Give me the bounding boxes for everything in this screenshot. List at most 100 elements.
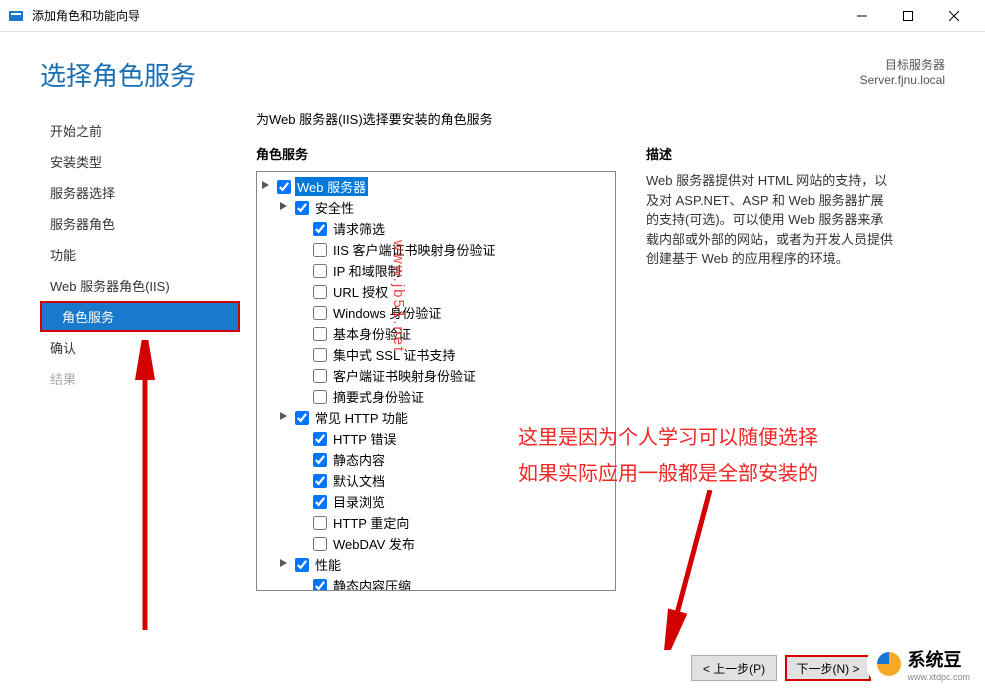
tree-node[interactable]: 客户端证书映射身份验证 [259, 365, 613, 386]
tree-checkbox[interactable] [295, 558, 309, 572]
tree-checkbox[interactable] [313, 243, 327, 257]
header: 选择角色服务 目标服务器 Server.fjnu.local [0, 32, 985, 109]
tree-checkbox[interactable] [313, 537, 327, 551]
tree-checkbox[interactable] [313, 306, 327, 320]
tree-node-label[interactable]: URL 授权 [331, 282, 390, 301]
tree-node[interactable]: WebDAV 发布 [259, 533, 613, 554]
nav-sidebar: 开始之前 安装类型 服务器选择 服务器角色 功能 Web 服务器角色(IIS) … [40, 109, 240, 609]
role-services-tree[interactable]: Web 服务器安全性请求筛选 IIS 客户端证书映射身份验证 IP 和域限制 URL … [256, 171, 616, 591]
tree-node[interactable]: IIS 客户端证书映射身份验证 [259, 239, 613, 260]
tree-node[interactable]: 静态内容 [259, 449, 613, 470]
brand-logo: 系统豆 www.xtdpc.com [867, 642, 980, 686]
role-services-label: 角色服务 [256, 144, 616, 163]
tree-node-label[interactable]: HTTP 错误 [331, 429, 398, 448]
nav-results: 结果 [40, 363, 240, 394]
minimize-button[interactable] [839, 1, 885, 31]
tree-node[interactable]: 静态内容压缩 [259, 575, 613, 591]
tree-checkbox[interactable] [313, 222, 327, 236]
close-button[interactable] [931, 1, 977, 31]
brand-name: 系统豆 [907, 650, 961, 670]
tree-checkbox[interactable] [313, 390, 327, 404]
tree-node-label[interactable]: 静态内容压缩 [331, 576, 413, 591]
nav-before-begin[interactable]: 开始之前 [40, 115, 240, 146]
tree-node[interactable]: 集中式 SSL 证书支持 [259, 344, 613, 365]
tree-node-label[interactable]: 客户端证书映射身份验证 [331, 366, 478, 385]
next-button[interactable]: 下一步(N) > [785, 655, 871, 681]
app-icon [8, 8, 24, 24]
description-panel: 描述 Web 服务器提供对 HTML 网站的支持，以及对 ASP.NET、ASP… [646, 144, 896, 591]
expander-icon[interactable] [277, 201, 291, 214]
tree-node[interactable]: Windows 身份验证 [259, 302, 613, 323]
tree-checkbox[interactable] [277, 180, 291, 194]
nav-iis-role[interactable]: Web 服务器角色(IIS) [40, 270, 240, 301]
tree-node[interactable]: 安全性 [259, 197, 613, 218]
tree-node-label[interactable]: Windows 身份验证 [331, 303, 443, 322]
tree-node-label[interactable]: 基本身份验证 [331, 324, 413, 343]
content-area: 为Web 服务器(IIS)选择要安装的角色服务 角色服务 Web 服务器安全性请… [240, 109, 965, 609]
tree-checkbox[interactable] [313, 285, 327, 299]
tree-node[interactable]: 基本身份验证 [259, 323, 613, 344]
tree-node[interactable]: HTTP 重定向 [259, 512, 613, 533]
expander-icon[interactable] [259, 180, 273, 193]
tree-node-label[interactable]: 请求筛选 [331, 219, 387, 238]
expander-icon[interactable] [277, 411, 291, 424]
tree-node-label[interactable]: 集中式 SSL 证书支持 [331, 345, 457, 364]
tree-node[interactable]: 摘要式身份验证 [259, 386, 613, 407]
brand-text-wrap: 系统豆 www.xtdpc.com [907, 646, 970, 682]
tree-node[interactable]: IP 和域限制 [259, 260, 613, 281]
tree-checkbox[interactable] [313, 264, 327, 278]
tree-node[interactable]: 默认文档 [259, 470, 613, 491]
titlebar: 添加角色和功能向导 [0, 0, 985, 32]
tree-checkbox[interactable] [295, 411, 309, 425]
nav-server-select[interactable]: 服务器选择 [40, 177, 240, 208]
tree-node-label[interactable]: WebDAV 发布 [331, 534, 417, 553]
tree-checkbox[interactable] [313, 495, 327, 509]
tree-checkbox[interactable] [313, 327, 327, 341]
tree-node-label[interactable]: 常见 HTTP 功能 [313, 408, 410, 427]
tree-node[interactable]: Web 服务器 [259, 176, 613, 197]
nav-features[interactable]: 功能 [40, 239, 240, 270]
tree-node-label[interactable]: 安全性 [313, 198, 356, 217]
tree-node-label[interactable]: 静态内容 [331, 450, 387, 469]
brand-icon [877, 652, 901, 676]
brand-url: www.xtdpc.com [907, 672, 970, 682]
tree-node[interactable]: 常见 HTTP 功能 [259, 407, 613, 428]
tree-node-label[interactable]: 目录浏览 [331, 492, 387, 511]
description-label: 描述 [646, 144, 896, 163]
tree-checkbox[interactable] [313, 369, 327, 383]
description-text: Web 服务器提供对 HTML 网站的支持，以及对 ASP.NET、ASP 和 … [646, 171, 896, 269]
nav-role-services[interactable]: 角色服务 [40, 301, 240, 332]
window-controls [839, 1, 977, 31]
tree-checkbox[interactable] [313, 516, 327, 530]
tree-node[interactable]: URL 授权 [259, 281, 613, 302]
tree-node-label[interactable]: IP 和域限制 [331, 261, 403, 280]
role-services-panel: 角色服务 Web 服务器安全性请求筛选 IIS 客户端证书映射身份验证 IP 和域限… [256, 144, 616, 591]
instruction-text: 为Web 服务器(IIS)选择要安装的角色服务 [256, 109, 949, 128]
tree-node-label[interactable]: 默认文档 [331, 471, 387, 490]
tree-node[interactable]: 请求筛选 [259, 218, 613, 239]
target-server-info: 目标服务器 Server.fjnu.local [860, 56, 945, 87]
nav-server-roles[interactable]: 服务器角色 [40, 208, 240, 239]
page-title: 选择角色服务 [40, 56, 196, 93]
tree-checkbox[interactable] [313, 348, 327, 362]
main-content: 开始之前 安装类型 服务器选择 服务器角色 功能 Web 服务器角色(IIS) … [0, 109, 985, 609]
tree-checkbox[interactable] [313, 474, 327, 488]
prev-button[interactable]: < 上一步(P) [691, 655, 777, 681]
tree-checkbox[interactable] [313, 453, 327, 467]
nav-confirm[interactable]: 确认 [40, 332, 240, 363]
tree-node[interactable]: HTTP 错误 [259, 428, 613, 449]
tree-node-label[interactable]: HTTP 重定向 [331, 513, 411, 532]
nav-install-type[interactable]: 安装类型 [40, 146, 240, 177]
tree-checkbox[interactable] [313, 579, 327, 592]
tree-node-label[interactable]: 性能 [313, 555, 343, 574]
tree-node-label[interactable]: IIS 客户端证书映射身份验证 [331, 240, 498, 259]
tree-node-label[interactable]: 摘要式身份验证 [331, 387, 426, 406]
tree-node-label[interactable]: Web 服务器 [295, 177, 368, 196]
tree-node[interactable]: 目录浏览 [259, 491, 613, 512]
expander-icon[interactable] [277, 558, 291, 571]
target-server: Server.fjnu.local [860, 73, 945, 87]
tree-checkbox[interactable] [295, 201, 309, 215]
tree-node[interactable]: 性能 [259, 554, 613, 575]
tree-checkbox[interactable] [313, 432, 327, 446]
maximize-button[interactable] [885, 1, 931, 31]
